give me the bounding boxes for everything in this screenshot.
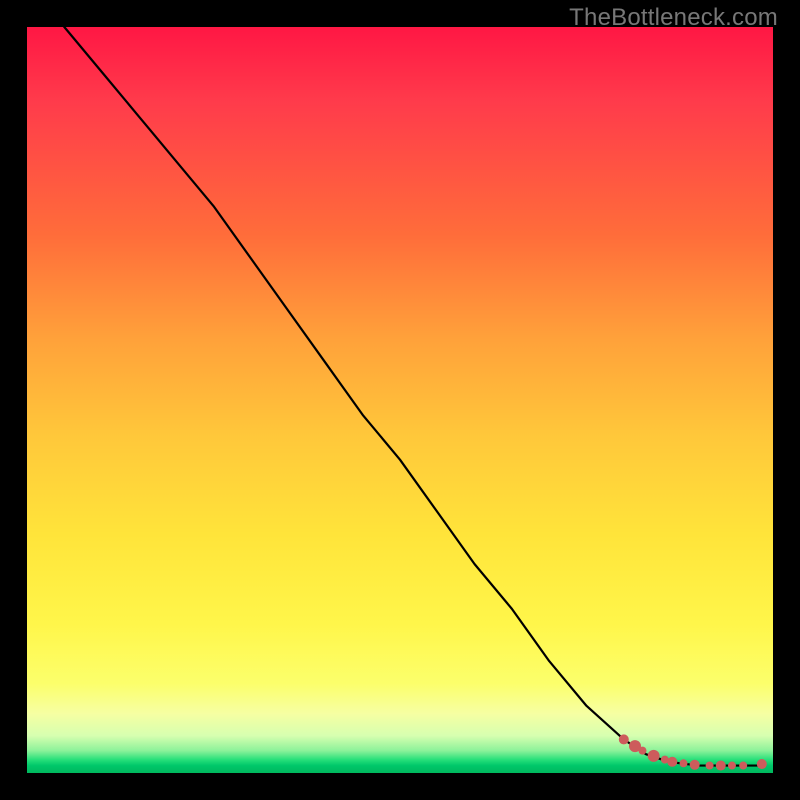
plot-area [27, 27, 773, 773]
chart-marker [716, 761, 726, 771]
chart-marker [739, 762, 747, 770]
chart-marker [690, 760, 700, 770]
chart-marker [679, 759, 687, 767]
chart-curve [64, 27, 758, 766]
chart-marker [706, 762, 714, 770]
chart-marker [648, 750, 660, 762]
chart-marker [638, 747, 646, 755]
chart-marker [619, 734, 629, 744]
chart-marker [757, 759, 767, 769]
chart-marker [667, 757, 677, 767]
chart-marker [728, 762, 736, 770]
chart-container: TheBottleneck.com [0, 0, 800, 800]
chart-overlay [27, 27, 773, 773]
